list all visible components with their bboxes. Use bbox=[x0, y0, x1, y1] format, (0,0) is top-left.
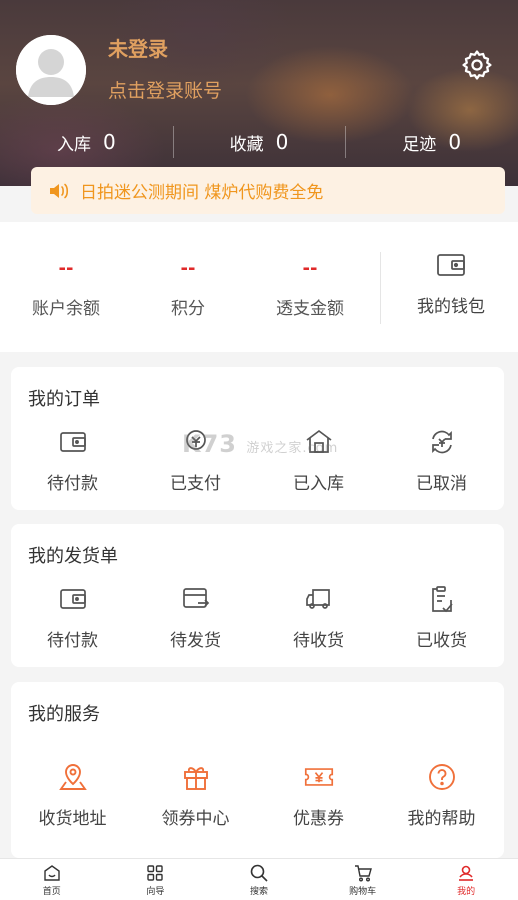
bottom-nav: 首页 向导 搜索 购物车 我的 bbox=[0, 858, 518, 900]
shipment-received[interactable]: 已收货 bbox=[380, 582, 503, 651]
grid-icon bbox=[147, 865, 164, 881]
stat-label: 入库 bbox=[56, 134, 91, 155]
shipment-label: 待收货 bbox=[293, 631, 344, 651]
balance-value: -- bbox=[58, 258, 74, 279]
profile-icon bbox=[459, 865, 474, 881]
watermark-sub: 游戏之家 bbox=[246, 441, 303, 456]
shipment-label: 待发货 bbox=[170, 631, 221, 651]
stat-favorites[interactable]: 收藏 0 bbox=[172, 122, 346, 162]
order-label: 已入库 bbox=[293, 474, 344, 494]
overdraft-label: 透支金额 bbox=[276, 299, 344, 319]
order-cancelled[interactable]: 已取消 bbox=[380, 425, 503, 494]
wallet-icon bbox=[437, 254, 465, 276]
stat-value: 0 bbox=[102, 130, 116, 154]
overdraft-amount[interactable]: -- 透支金额 bbox=[250, 252, 370, 319]
speaker-icon bbox=[50, 183, 69, 198]
shipments-card: 我的发货单 待付款 待发货 待收货 已收货 bbox=[11, 524, 504, 667]
shipment-to-ship[interactable]: 待发货 bbox=[134, 582, 257, 651]
notice-text: 日拍迷公测期间 煤炉代购费全免 bbox=[80, 183, 324, 203]
service-label: 优惠券 bbox=[293, 809, 344, 829]
watermark: K73 游戏之家.com bbox=[182, 430, 338, 458]
service-coupons[interactable]: 优惠券 bbox=[257, 760, 380, 829]
order-label: 已取消 bbox=[416, 474, 467, 494]
wallet-panel: -- 账户余额 -- 积分 -- 透支金额 我的钱包 bbox=[0, 222, 518, 352]
nav-label: 首页 bbox=[42, 887, 61, 897]
user-name[interactable]: 未登录 bbox=[108, 33, 168, 62]
balance-label: 账户余额 bbox=[32, 299, 100, 319]
stat-footprints[interactable]: 足迹 0 bbox=[345, 122, 518, 162]
watermark-main: K73 bbox=[182, 430, 237, 458]
search-icon bbox=[250, 864, 268, 882]
login-link[interactable]: 点击登录账号 bbox=[108, 76, 222, 103]
orders-title: 我的订单 bbox=[28, 389, 100, 410]
notice-banner[interactable]: 日拍迷公测期间 煤炉代购费全免 bbox=[31, 167, 505, 214]
stat-value: 0 bbox=[448, 130, 462, 154]
my-wallet-label: 我的钱包 bbox=[417, 297, 485, 317]
divider bbox=[380, 252, 381, 324]
home-icon bbox=[44, 865, 60, 881]
service-label: 我的帮助 bbox=[407, 809, 476, 829]
cancel-icon bbox=[431, 430, 452, 454]
nav-guide[interactable]: 向导 bbox=[104, 859, 208, 900]
wallet-icon bbox=[59, 589, 86, 609]
shipment-to-receive[interactable]: 待收货 bbox=[257, 582, 380, 651]
service-address[interactable]: 收货地址 bbox=[11, 760, 134, 829]
nav-home[interactable]: 首页 bbox=[0, 859, 104, 900]
stat-value: 0 bbox=[275, 130, 289, 154]
stat-label: 足迹 bbox=[402, 134, 437, 155]
nav-label: 我的 bbox=[457, 887, 476, 897]
shipment-label: 待付款 bbox=[47, 631, 98, 651]
service-label: 领券中心 bbox=[161, 809, 230, 829]
help-icon bbox=[428, 764, 455, 790]
nav-search[interactable]: 搜索 bbox=[207, 859, 311, 900]
map-pin-icon bbox=[58, 764, 87, 790]
points-label: 积分 bbox=[171, 299, 205, 319]
account-balance[interactable]: -- 账户余额 bbox=[6, 252, 126, 319]
profile-header: 未登录 点击登录账号 入库 0 收藏 0 足迹 0 bbox=[0, 0, 518, 186]
shipment-pending-payment[interactable]: 待付款 bbox=[11, 582, 134, 651]
shipment-label: 已收货 bbox=[416, 631, 467, 651]
order-pending-payment[interactable]: 待付款 bbox=[11, 425, 134, 494]
overdraft-value: -- bbox=[302, 258, 318, 279]
truck-icon bbox=[305, 589, 330, 609]
nav-profile[interactable]: 我的 bbox=[414, 859, 518, 900]
stats-bar: 入库 0 收藏 0 足迹 0 bbox=[0, 122, 518, 162]
clipboard-check-icon bbox=[431, 586, 453, 613]
service-help[interactable]: 我的帮助 bbox=[380, 760, 503, 829]
gear-icon[interactable] bbox=[460, 48, 494, 82]
order-label: 待付款 bbox=[47, 474, 98, 494]
stat-stock[interactable]: 入库 0 bbox=[0, 122, 173, 162]
shipments-title: 我的发货单 bbox=[28, 546, 118, 567]
service-label: 收货地址 bbox=[38, 809, 107, 829]
nav-cart[interactable]: 购物车 bbox=[311, 859, 415, 900]
avatar[interactable] bbox=[16, 35, 86, 105]
coupon-icon bbox=[304, 768, 333, 786]
watermark-domain: .com bbox=[302, 441, 339, 456]
services-card: 我的服务 收货地址 领券中心 优惠券 我的帮助 bbox=[11, 682, 504, 858]
services-title: 我的服务 bbox=[28, 704, 100, 725]
wallet-icon bbox=[59, 432, 86, 452]
service-coupon-center[interactable]: 领券中心 bbox=[134, 760, 257, 829]
points-value: -- bbox=[180, 258, 196, 279]
stat-label: 收藏 bbox=[229, 134, 264, 155]
order-label: 已支付 bbox=[170, 474, 221, 494]
cart-icon bbox=[354, 865, 372, 882]
gift-icon bbox=[183, 767, 208, 790]
nav-label: 向导 bbox=[146, 887, 165, 897]
my-wallet-button[interactable]: 我的钱包 bbox=[392, 250, 510, 317]
nav-label: 购物车 bbox=[349, 887, 377, 897]
user-avatar-icon bbox=[16, 35, 86, 105]
points[interactable]: -- 积分 bbox=[128, 252, 248, 319]
to-ship-icon bbox=[182, 588, 209, 608]
nav-label: 搜索 bbox=[249, 887, 268, 897]
